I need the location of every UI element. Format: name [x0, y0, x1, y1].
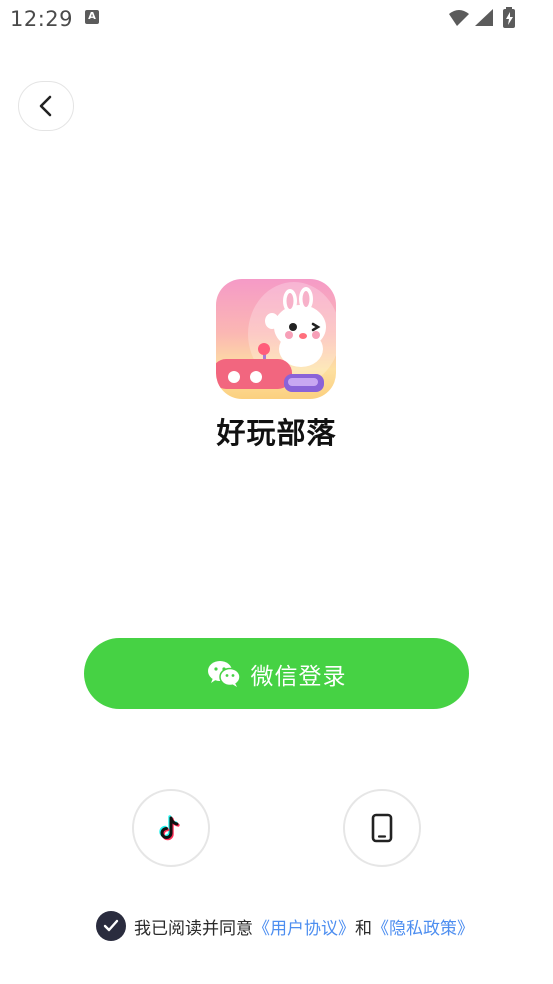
- status-bar: 12:29 A: [0, 0, 553, 38]
- phone-login-button[interactable]: [343, 789, 421, 867]
- user-agreement-link[interactable]: 《用户协议》: [253, 914, 355, 939]
- agreement-row: 我已阅读并同意 《用户协议》 和 《隐私政策》: [96, 911, 474, 941]
- chevron-left-icon: [39, 95, 52, 117]
- wechat-login-label: 微信登录: [250, 663, 347, 690]
- bunny-logo-icon: [216, 282, 336, 392]
- tiktok-icon: [159, 815, 180, 841]
- status-indicators: [449, 7, 539, 29]
- battery-icon: [503, 7, 515, 28]
- phone-icon: [371, 813, 393, 843]
- checkmark-icon: [103, 919, 119, 932]
- agreement-prefix: 我已阅读并同意: [134, 918, 253, 939]
- notification-icon-letter: A: [88, 11, 96, 22]
- privacy-policy-link[interactable]: 《隐私政策》: [372, 914, 474, 939]
- back-button[interactable]: [18, 81, 74, 131]
- wechat-icon: [207, 660, 241, 687]
- signal-icon: [475, 9, 493, 26]
- status-time: 12:29: [10, 7, 74, 31]
- wifi-icon: [449, 10, 469, 26]
- app-name: 好玩部落: [216, 416, 337, 450]
- tiktok-login-button[interactable]: [132, 789, 210, 867]
- app-logo: [216, 279, 336, 399]
- wechat-login-button[interactable]: 微信登录: [84, 638, 469, 709]
- agreement-conjunction: 和: [355, 918, 372, 939]
- agreement-checkbox[interactable]: [96, 911, 126, 941]
- notification-icon: A: [85, 10, 99, 24]
